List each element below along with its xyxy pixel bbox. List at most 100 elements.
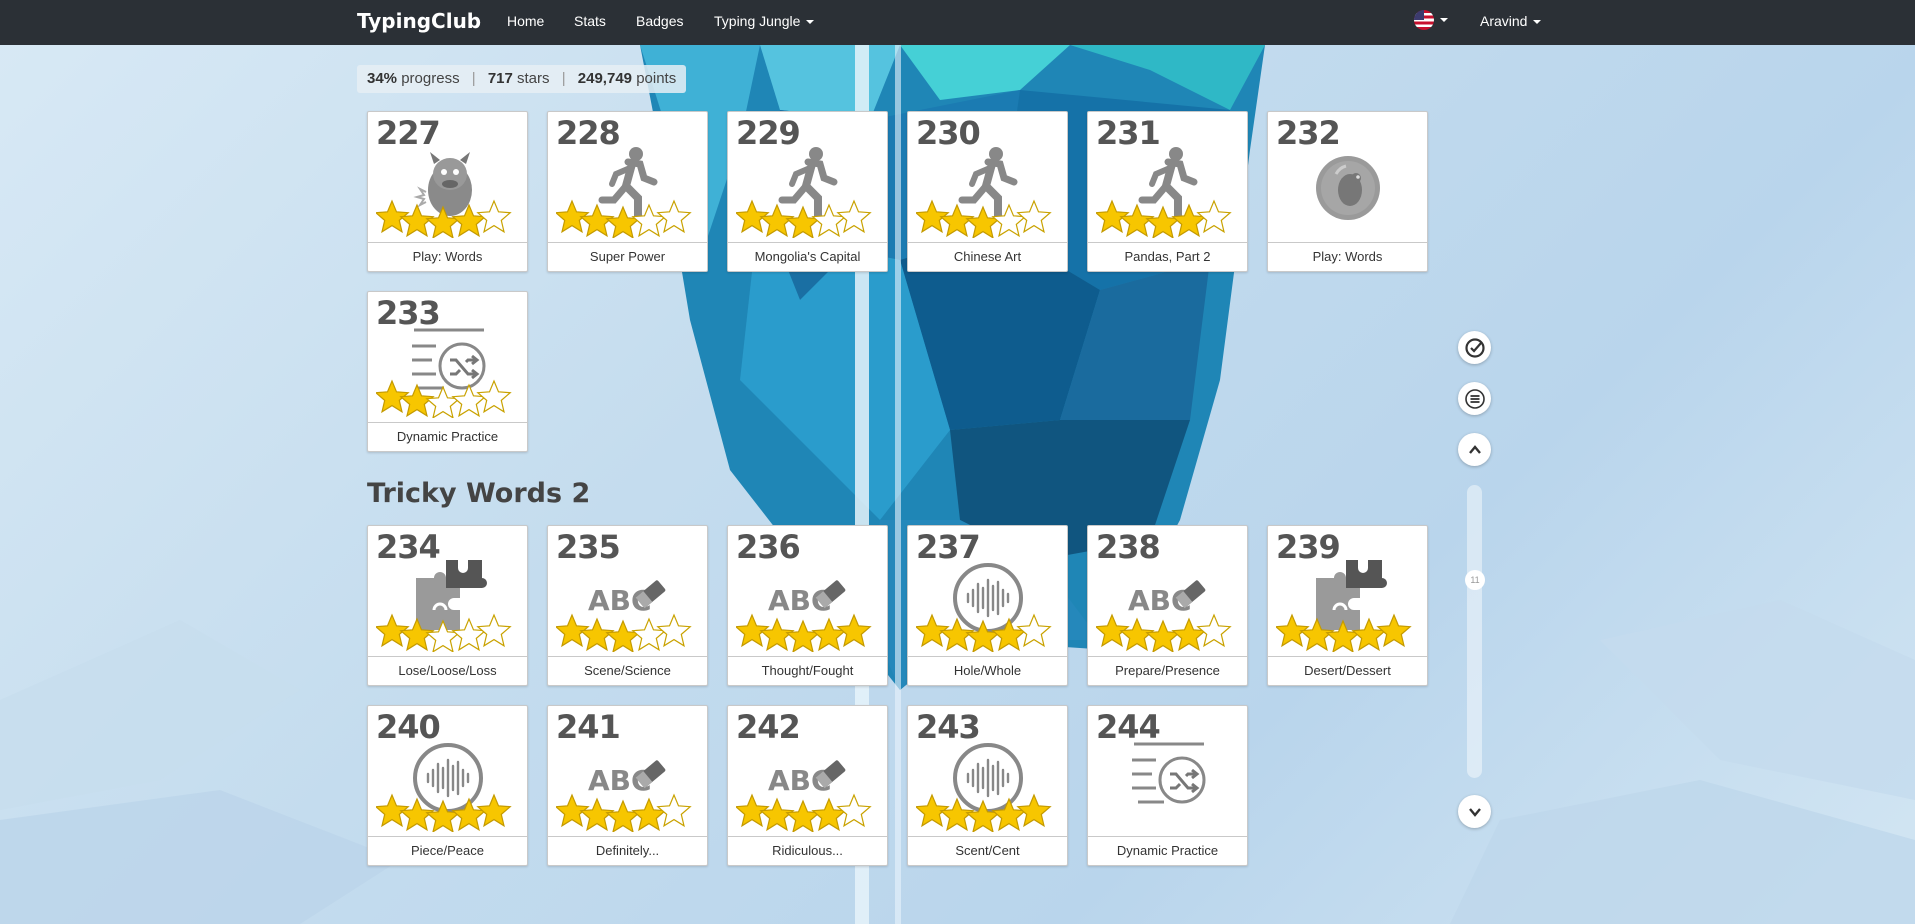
empty-star-icon (476, 199, 512, 234)
chevron-down-icon (1468, 807, 1481, 817)
lesson-title: Desert/Dessert (1268, 656, 1427, 685)
lesson-title: Dynamic Practice (368, 422, 527, 451)
lesson-card[interactable]: 244 Dynamic Practice (1087, 705, 1248, 866)
filled-star-icon (991, 617, 1027, 652)
nav-course-menu[interactable]: Typing Jungle (714, 13, 815, 29)
lesson-title: Thought/Fought (728, 656, 887, 685)
empty-star-icon (656, 613, 692, 648)
lesson-card[interactable]: 241 ABC Definitely... (547, 705, 708, 866)
scroll-thumb[interactable]: 11 (1465, 570, 1485, 590)
lesson-card[interactable]: 236 ABC Thought/Fought (727, 525, 888, 686)
filled-star-icon (631, 797, 667, 832)
lesson-title: Piece/Peace (368, 836, 527, 865)
star-rating (554, 194, 706, 240)
lesson-card[interactable]: 232 Play: Words (1267, 111, 1428, 272)
star-rating (1096, 788, 1246, 832)
empty-star-icon (1196, 613, 1232, 648)
filled-star-icon (425, 205, 461, 240)
filled-star-icon (1145, 619, 1181, 654)
chevron-down-icon (806, 20, 815, 25)
empty-star-icon (476, 379, 512, 414)
nav-home[interactable]: Home (507, 13, 544, 29)
scroll-down-button[interactable] (1458, 795, 1491, 828)
star-rating (734, 788, 886, 834)
lesson-card[interactable]: 233 Dynamic Practice (367, 291, 528, 452)
lesson-title: Chinese Art (908, 242, 1067, 271)
filled-star-icon (1016, 793, 1052, 828)
lesson-title: Pandas, Part 2 (1088, 242, 1247, 271)
filled-star-icon (991, 797, 1027, 832)
progress-percent-label: progress (401, 70, 460, 87)
empty-star-icon (836, 199, 872, 234)
lesson-card[interactable]: 240 Piece/Peace (367, 705, 528, 866)
lesson-card[interactable]: 237 Hole/Whole (907, 525, 1068, 686)
check-circle-button[interactable] (1458, 331, 1491, 364)
empty-star-icon (656, 199, 692, 234)
empty-star-icon (476, 613, 512, 648)
language-selector[interactable] (1414, 10, 1448, 30)
empty-star-icon (836, 793, 872, 828)
menu-button[interactable] (1458, 382, 1491, 415)
filled-star-icon (451, 203, 487, 238)
star-rating (554, 788, 706, 834)
filled-star-icon (965, 205, 1001, 240)
lesson-card[interactable]: 243 Scent/Cent (907, 705, 1068, 866)
chevron-up-icon (1468, 444, 1481, 454)
brand-logo[interactable]: TypingClub (357, 9, 481, 33)
filled-star-icon (811, 617, 847, 652)
menu-icon (1464, 388, 1485, 409)
filled-star-icon (785, 799, 821, 834)
filled-star-icon (836, 613, 872, 648)
star-rating (1276, 194, 1426, 238)
nav-stats[interactable]: Stats (574, 13, 606, 29)
lesson-card[interactable]: 242 ABC Ridiculous... (727, 705, 888, 866)
lesson-card[interactable]: 228 Super Power (547, 111, 708, 272)
filled-star-icon (1145, 205, 1181, 240)
lesson-title: Super Power (548, 242, 707, 271)
progress-summary: 34% progress | 717 stars | 249,749 point… (357, 65, 687, 93)
empty-star-icon (811, 203, 847, 238)
course-menu-label: Typing Jungle (714, 13, 801, 29)
filled-star-icon (451, 797, 487, 832)
lesson-card[interactable]: 229 Mongolia's Capital (727, 111, 888, 272)
scroll-track[interactable] (1467, 485, 1482, 778)
lesson-title: Scent/Cent (908, 836, 1067, 865)
star-rating (374, 194, 526, 240)
star-rating (914, 608, 1066, 654)
lesson-title: Ridiculous... (728, 836, 887, 865)
filled-star-icon (1325, 619, 1361, 654)
user-menu[interactable]: Aravind (1480, 13, 1542, 29)
lesson-card[interactable]: 231 Pandas, Part 2 (1087, 111, 1248, 272)
filled-star-icon (965, 799, 1001, 834)
nav-badges[interactable]: Badges (636, 13, 683, 29)
filled-star-icon (605, 799, 641, 834)
star-rating (914, 194, 1066, 240)
lesson-card[interactable]: 230 Chinese Art (907, 111, 1068, 272)
empty-star-icon (991, 203, 1027, 238)
lesson-card[interactable]: 234 Lose/Loose/Loss (367, 525, 528, 686)
lesson-card[interactable]: 235 ABC Scene/Science (547, 525, 708, 686)
stars-label: stars (517, 70, 550, 87)
star-rating (914, 788, 1066, 834)
lesson-card[interactable]: 239 Desert/Dessert (1267, 525, 1428, 686)
star-rating (734, 608, 886, 654)
star-rating (1094, 608, 1246, 654)
lesson-title: Prepare/Presence (1088, 656, 1247, 685)
empty-star-icon (425, 619, 461, 654)
empty-star-icon (1196, 199, 1232, 234)
lesson-title: Definitely... (548, 836, 707, 865)
lesson-card[interactable]: 227 Play: Words (367, 111, 528, 272)
scroll-up-button[interactable] (1458, 433, 1491, 466)
star-rating (1274, 608, 1426, 654)
filled-star-icon (811, 797, 847, 832)
lesson-title: Hole/Whole (908, 656, 1067, 685)
empty-star-icon (451, 617, 487, 652)
star-rating (554, 608, 706, 654)
lesson-title: Lose/Loose/Loss (368, 656, 527, 685)
top-navbar: TypingClub Home Stats Badges Typing Jung… (0, 0, 1915, 45)
lesson-card[interactable]: 238 ABC Prepare/Presence (1087, 525, 1248, 686)
empty-star-icon (425, 385, 461, 420)
points-label: points (636, 70, 677, 87)
points-count: 249,749 (577, 70, 633, 87)
divider: | (471, 70, 476, 87)
